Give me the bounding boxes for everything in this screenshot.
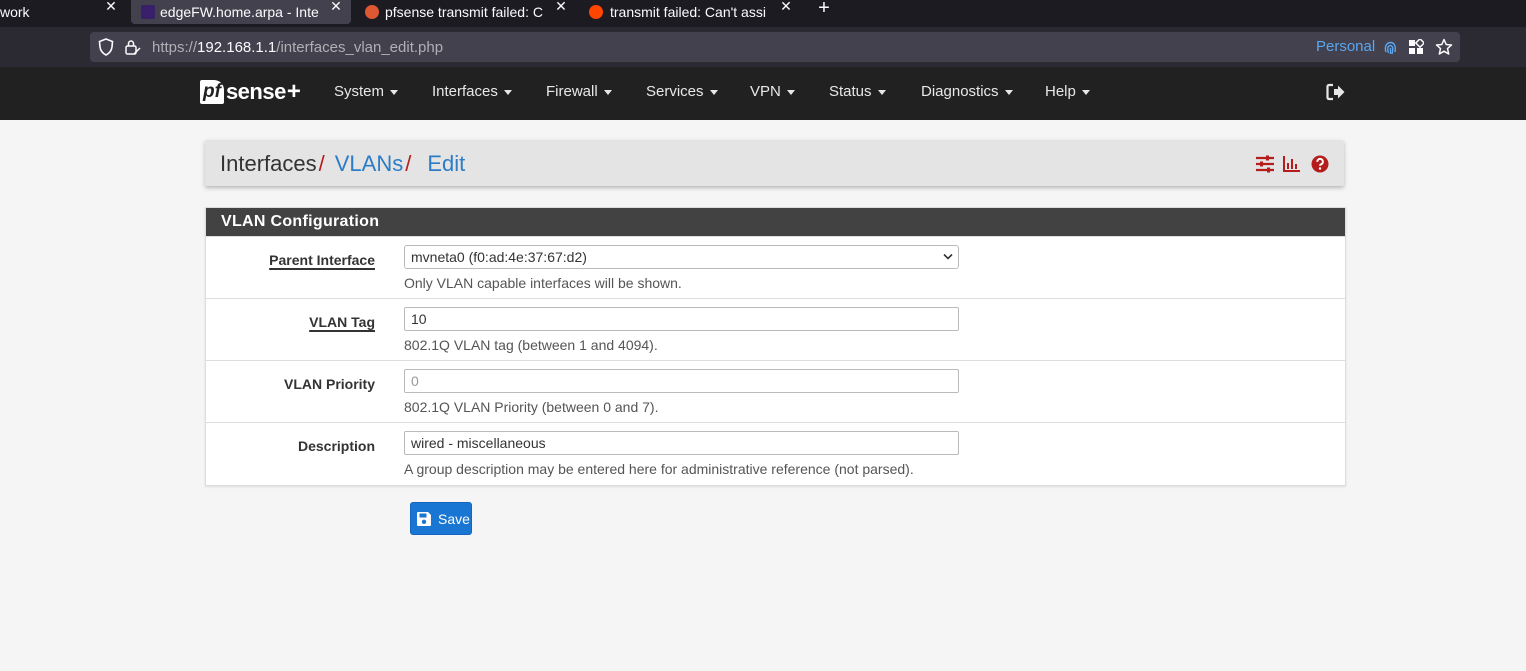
- description-input[interactable]: wired - miscellaneous: [404, 431, 959, 455]
- menu-firewall[interactable]: Firewall: [546, 83, 612, 100]
- parent-interface-value: mvneta0 (f0:ad:4e:37:67:d2): [411, 249, 587, 265]
- sliders-icon[interactable]: [1255, 155, 1275, 173]
- menu-label: Diagnostics: [921, 83, 999, 100]
- breadcrumb-separator: /: [318, 151, 325, 176]
- fingerprint-icon[interactable]: [1383, 40, 1397, 56]
- tab-transmit-failed[interactable]: transmit failed: Can't assi: [582, 0, 797, 24]
- url-path: /interfaces_vlan_edit.php: [276, 39, 444, 56]
- panel-heading: VLAN Configuration: [206, 208, 1345, 236]
- menu-label: Status: [829, 83, 872, 100]
- menu-label: Firewall: [546, 83, 598, 100]
- menu-vpn[interactable]: VPN: [750, 83, 795, 100]
- browser-tab-bar: work ✕ edgeFW.home.arpa - Inte ✕ pfsense…: [0, 0, 1526, 27]
- breadcrumb-separator: /: [405, 151, 412, 176]
- parent-interface-help: Only VLAN capable interfaces will be sho…: [404, 275, 682, 291]
- tab-edgefw[interactable]: edgeFW.home.arpa - Inte: [131, 0, 351, 24]
- star-icon[interactable]: [1435, 38, 1453, 56]
- row-description: Description wired - miscellaneous A grou…: [206, 422, 1345, 485]
- shield-icon[interactable]: [98, 38, 114, 56]
- url-host: 192.168.1.1: [197, 39, 277, 56]
- menu-status[interactable]: Status: [829, 83, 886, 100]
- breadcrumb: Interfaces/VLANs/Edit: [205, 140, 1344, 186]
- breadcrumb-interfaces: Interfaces: [220, 151, 317, 176]
- menu-help[interactable]: Help: [1045, 83, 1090, 100]
- menu-label: VPN: [750, 83, 781, 100]
- url-text[interactable]: https://192.168.1.1/interfaces_vlan_edit…: [152, 39, 443, 56]
- caret-down-icon: [786, 89, 795, 95]
- vlan-tag-help: 802.1Q VLAN tag (between 1 and 4094).: [404, 337, 658, 353]
- pfsense-logo[interactable]: pf sense +: [200, 78, 301, 106]
- tab-title: work: [0, 4, 30, 20]
- caret-down-icon: [1004, 89, 1013, 95]
- row-vlan-priority: VLAN Priority 0 802.1Q VLAN Priority (be…: [206, 360, 1345, 423]
- row-parent-interface: Parent Interface mvneta0 (f0:ad:4e:37:67…: [206, 236, 1345, 299]
- new-tab-button[interactable]: +: [815, 0, 833, 20]
- breadcrumb-trail: Interfaces/VLANs/Edit: [220, 151, 465, 177]
- tab-title: transmit failed: Can't assi: [610, 4, 766, 20]
- vlan-tag-input[interactable]: 10: [404, 307, 959, 331]
- menu-system[interactable]: System: [334, 83, 399, 100]
- pfsense-favicon: [141, 5, 155, 19]
- menu-label: Help: [1045, 83, 1076, 100]
- caret-down-icon: [603, 89, 612, 95]
- extensions-icon[interactable]: [1408, 39, 1424, 55]
- container-label[interactable]: Personal: [1316, 38, 1375, 55]
- panel-title: VLAN Configuration: [221, 213, 380, 230]
- floppy-icon: [417, 512, 431, 526]
- duckduckgo-favicon: [365, 5, 379, 19]
- vlan-priority-input[interactable]: 0: [404, 369, 959, 393]
- description-help: A group description may be entered here …: [404, 461, 914, 477]
- vlan-tag-label: VLAN Tag: [309, 314, 375, 330]
- url-bar[interactable]: https://192.168.1.1/interfaces_vlan_edit…: [90, 32, 1460, 62]
- close-icon[interactable]: ✕: [778, 0, 794, 19]
- browser-nav-bar: https://192.168.1.1/interfaces_vlan_edit…: [0, 27, 1526, 67]
- logo-sense: sense: [225, 79, 286, 104]
- caret-down-icon: [709, 89, 718, 95]
- caret-down-icon: [1081, 89, 1090, 95]
- close-icon[interactable]: ✕: [328, 0, 344, 19]
- tab-title: pfsense transmit failed: C: [385, 4, 543, 20]
- menu-services[interactable]: Services: [646, 83, 718, 100]
- menu-interfaces[interactable]: Interfaces: [432, 83, 512, 100]
- vlan-priority-label: VLAN Priority: [283, 376, 375, 392]
- parent-interface-label: Parent Interface: [269, 252, 375, 268]
- lock-icon[interactable]: [124, 38, 142, 56]
- url-prefix: https://: [152, 39, 198, 56]
- pfsense-navbar: pf sense + System Interfaces Firewall Serv…: [0, 67, 1526, 120]
- logo-plus: +: [286, 78, 301, 105]
- breadcrumb-edit[interactable]: Edit: [427, 151, 465, 176]
- help-icon[interactable]: [1311, 155, 1329, 173]
- row-vlan-tag: VLAN Tag 10 802.1Q VLAN tag (between 1 a…: [206, 298, 1345, 361]
- close-icon[interactable]: ✕: [553, 0, 569, 19]
- close-icon[interactable]: ✕: [103, 0, 119, 19]
- description-label: Description: [297, 438, 375, 454]
- logout-icon[interactable]: [1326, 83, 1346, 101]
- vlan-configuration-panel: VLAN Configuration Parent Interface mvne…: [205, 207, 1346, 486]
- tab-title: edgeFW.home.arpa - Inte: [160, 4, 319, 20]
- menu-label: System: [334, 83, 385, 100]
- save-label: Save: [438, 511, 470, 527]
- chart-icon[interactable]: [1283, 155, 1301, 173]
- save-button[interactable]: Save: [410, 502, 472, 535]
- caret-down-icon: [877, 89, 886, 95]
- parent-interface-select[interactable]: mvneta0 (f0:ad:4e:37:67:d2): [404, 245, 959, 269]
- logo-pf: pf: [200, 80, 224, 104]
- caret-down-icon: [390, 89, 399, 95]
- vlan-priority-help: 802.1Q VLAN Priority (between 0 and 7).: [404, 399, 659, 415]
- menu-label: Interfaces: [432, 83, 498, 100]
- reddit-favicon: [589, 5, 603, 19]
- caret-down-icon: [503, 89, 512, 95]
- menu-diagnostics[interactable]: Diagnostics: [921, 83, 1013, 100]
- tab-pfsense-transmit[interactable]: pfsense transmit failed: C: [357, 0, 572, 24]
- breadcrumb-vlans[interactable]: VLANs: [335, 151, 403, 176]
- chevron-down-icon: [943, 253, 953, 260]
- menu-label: Services: [646, 83, 704, 100]
